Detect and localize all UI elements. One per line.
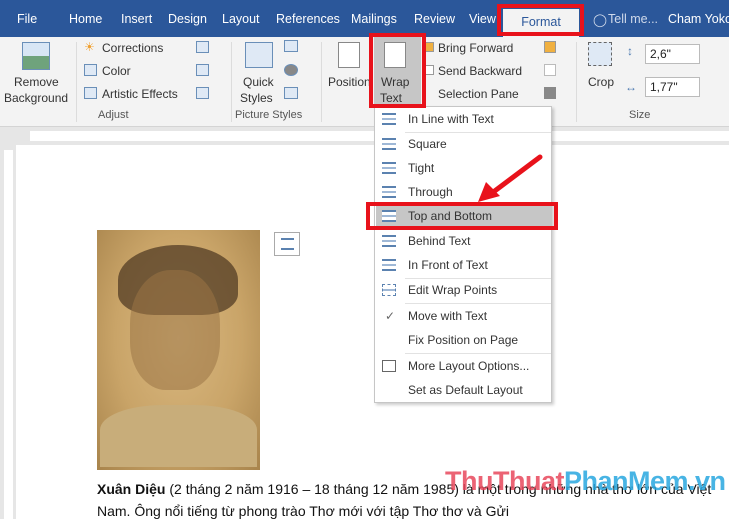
square-icon (382, 138, 396, 150)
artistic-effects-button[interactable]: Artistic Effects (102, 87, 178, 101)
watermark-part2: PhanMem.vn (563, 466, 726, 496)
tab-review[interactable]: Review (414, 12, 455, 26)
edit-wrap-points-icon (382, 284, 396, 296)
menu-item-edit-wrap-points[interactable]: Edit Wrap Points (376, 279, 552, 302)
position-button[interactable]: Position (328, 75, 371, 89)
menu-label: Behind Text (408, 234, 471, 248)
watermark-part1: ThuThuat (445, 466, 564, 496)
tab-view[interactable]: View (469, 12, 496, 26)
photo-detail (100, 405, 257, 467)
quick-styles-label[interactable]: Styles (240, 91, 273, 105)
bring-forward-button[interactable]: Bring Forward (438, 41, 513, 55)
corrections-button[interactable]: Corrections (102, 41, 163, 55)
remove-background-icon (22, 42, 50, 70)
shape-height-icon: ↕ (627, 44, 633, 58)
menu-item-behind-text[interactable]: Behind Text (376, 230, 552, 253)
menu-item-move-with-text[interactable]: ✓ Move with Text (376, 305, 552, 328)
through-icon (382, 186, 396, 198)
adjust-group-label: Adjust (98, 109, 129, 121)
highlight-box-wrap-text (369, 33, 426, 108)
inline-icon (382, 113, 396, 125)
layout-options-icon (382, 360, 396, 372)
selection-pane-button[interactable]: Selection Pane (438, 87, 519, 101)
rotate-icon[interactable] (544, 87, 556, 99)
menu-label: More Layout Options... (408, 359, 530, 373)
picture-effects-icon[interactable] (284, 64, 298, 76)
change-picture-icon[interactable] (196, 64, 209, 76)
tab-references[interactable]: References (276, 12, 340, 26)
remove-background-button[interactable]: Remove (14, 75, 59, 89)
tab-file[interactable]: File (17, 12, 37, 26)
group-icon[interactable] (544, 64, 556, 76)
red-arrow-annotation (478, 154, 543, 202)
tight-icon (382, 162, 396, 174)
watermark-logo: ThuThuatPhanMem.vn (445, 466, 726, 497)
tab-design[interactable]: Design (168, 12, 207, 26)
behind-text-icon (382, 235, 396, 247)
menu-label: In Line with Text (408, 112, 494, 126)
position-icon (338, 42, 360, 68)
tab-mailings[interactable]: Mailings (351, 12, 397, 26)
picture-border-icon[interactable] (284, 40, 298, 52)
artistic-effects-icon (84, 87, 97, 99)
crop-button[interactable]: Crop (588, 75, 614, 89)
width-input[interactable]: 1,77" (645, 77, 700, 97)
highlight-box-format (497, 4, 584, 36)
menu-item-set-default-layout[interactable]: Set as Default Layout (376, 379, 552, 402)
menu-label: Square (408, 137, 447, 151)
menu-label: Edit Wrap Points (408, 283, 498, 297)
align-icon[interactable] (544, 41, 556, 53)
menu-label: Fix Position on Page (408, 333, 519, 347)
remove-background-label[interactable]: Background (4, 91, 68, 105)
photo-detail (130, 270, 220, 390)
reset-picture-icon[interactable] (196, 87, 209, 99)
checkmark-icon: ✓ (385, 309, 396, 323)
quick-styles-button[interactable]: Quick (243, 75, 274, 89)
shape-width-icon: ↔ (625, 80, 637, 94)
ribbon-tab-bar: File Home Insert Design Layout Reference… (0, 0, 729, 37)
menu-label: Move with Text (408, 309, 488, 323)
picture-layout-icon[interactable] (284, 87, 298, 99)
tab-layout[interactable]: Layout (222, 12, 260, 26)
color-icon (84, 64, 97, 76)
menu-item-inline[interactable]: In Line with Text (376, 108, 552, 131)
tell-me-search[interactable]: Tell me... (608, 12, 658, 26)
user-name[interactable]: Cham Yoko (668, 12, 729, 26)
menu-label: Set as Default Layout (408, 383, 523, 397)
menu-label: Through (408, 185, 453, 199)
picture-styles-group-label: Picture Styles (235, 109, 303, 121)
crop-icon (588, 42, 612, 66)
bold-name: Xuân Diệu (97, 481, 166, 497)
in-front-icon (382, 259, 396, 271)
menu-label: Tight (408, 161, 435, 175)
color-button[interactable]: Color (102, 64, 131, 78)
size-group-label: Size (629, 109, 651, 121)
menu-label: In Front of Text (408, 258, 488, 272)
send-backward-button[interactable]: Send Backward (438, 64, 522, 78)
tab-insert[interactable]: Insert (121, 12, 152, 26)
sun-icon: ☀ (84, 40, 95, 54)
quick-styles-icon (245, 42, 273, 68)
menu-item-in-front-of-text[interactable]: In Front of Text (376, 254, 552, 277)
compress-pictures-icon[interactable] (196, 41, 209, 53)
vertical-ruler-track (4, 150, 13, 519)
lightbulb-icon: ◯ (593, 13, 607, 27)
menu-item-fix-position[interactable]: Fix Position on Page (376, 329, 552, 352)
layout-options-icon[interactable] (274, 232, 300, 256)
height-input[interactable]: 2,6" (645, 44, 700, 64)
menu-item-more-layout-options[interactable]: More Layout Options... (376, 355, 552, 378)
tab-home[interactable]: Home (69, 12, 102, 26)
